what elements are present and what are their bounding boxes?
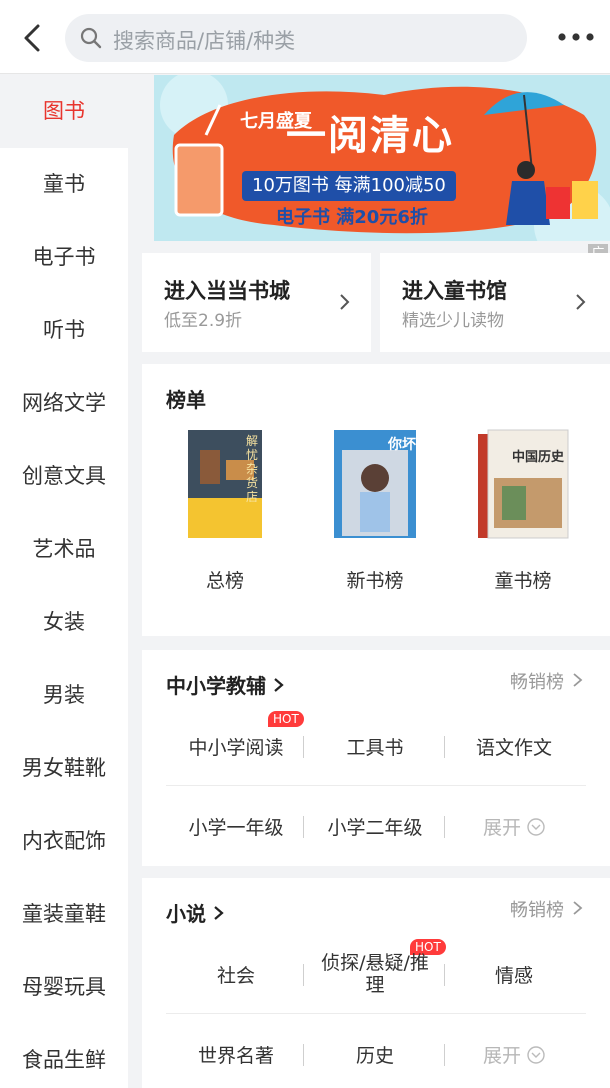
- rank-total-cover[interactable]: 解忧杂货店: [160, 420, 290, 544]
- divider: [303, 964, 304, 986]
- divider: [303, 816, 304, 838]
- book-cover-image: [478, 429, 569, 539]
- k12-expand-button[interactable]: 展开: [444, 813, 584, 840]
- cover-title: 解忧杂货店: [245, 434, 258, 504]
- rank-children-cover[interactable]: 中国历史: [458, 420, 588, 544]
- cover-title: 中国历史: [512, 450, 565, 465]
- bestseller-text: 畅销榜: [510, 672, 564, 693]
- novel-bestseller-link[interactable]: 畅销榜: [510, 896, 584, 922]
- rank-children-label[interactable]: 童书榜: [458, 566, 588, 593]
- book-cover-image: [188, 430, 262, 538]
- expand-circle-icon: [527, 1046, 545, 1064]
- back-arrow-icon[interactable]: [18, 20, 48, 56]
- sidebar-item-children-books[interactable]: 童书: [0, 148, 128, 221]
- hot-badge: HOT: [268, 711, 304, 727]
- entry-title: 进入童书馆: [402, 279, 507, 303]
- chevron-right-icon: [214, 906, 224, 920]
- chevron-right-icon: [576, 294, 586, 310]
- expand-label: 展开: [482, 817, 521, 839]
- sidebar-item-web-literature[interactable]: 网络文学: [0, 367, 128, 440]
- novel-cell[interactable]: 情感: [444, 961, 584, 988]
- children-books-entry[interactable]: 进入童书馆 精选少儿读物: [380, 253, 610, 352]
- sidebar-item-kids-clothing[interactable]: 童装童鞋: [0, 878, 128, 951]
- bestseller-text: 畅销榜: [510, 900, 564, 921]
- sidebar-item-books[interactable]: 图书: [0, 75, 128, 148]
- chevron-right-icon: [573, 673, 583, 687]
- entry-subtitle: 精选少儿读物: [402, 311, 504, 331]
- k12-bestseller-link[interactable]: 畅销榜: [510, 668, 584, 694]
- more-icon[interactable]: [556, 22, 596, 52]
- novel-cell[interactable]: 社会: [166, 961, 306, 988]
- sidebar-item-baby-toys[interactable]: 母婴玩具: [0, 951, 128, 1024]
- novel-cell[interactable]: 世界名著: [166, 1041, 306, 1068]
- novel-cell[interactable]: 侦探/悬疑/推 理: [305, 952, 445, 996]
- novel-expand-button[interactable]: 展开: [444, 1041, 584, 1068]
- novel-title-text: 小说: [166, 902, 206, 926]
- sidebar-item-art[interactable]: 艺术品: [0, 513, 128, 586]
- k12-title[interactable]: 中小学教辅: [166, 670, 285, 699]
- expand-circle-icon: [527, 818, 545, 836]
- sidebar-item-audiobooks[interactable]: 听书: [0, 294, 128, 367]
- banner-promo-ebooks: 电子书 满20元6折: [276, 207, 428, 228]
- novel-title[interactable]: 小说: [166, 898, 225, 927]
- rank-title: 榜单: [166, 388, 206, 412]
- novel-cell[interactable]: 历史: [305, 1041, 445, 1068]
- entry-title: 进入当当书城: [164, 279, 290, 303]
- promo-banner[interactable]: 七月盛夏 一阅清心 10万图书 每满100减50 电子书 满20元6折: [154, 75, 610, 241]
- cover-title: 你坏: [388, 437, 416, 453]
- banner-headline: 一阅清心: [286, 113, 454, 159]
- dangdang-bookstore-entry[interactable]: 进入当当书城 低至2.9折: [142, 253, 371, 352]
- k12-cell[interactable]: 中小学阅读: [166, 733, 306, 760]
- top-bar: 搜索商品/店铺/种类: [0, 0, 610, 74]
- entry-subtitle: 低至2.9折: [164, 311, 243, 331]
- divider: [303, 1044, 304, 1066]
- sidebar-item-underwear[interactable]: 内衣配饰: [0, 805, 128, 878]
- expand-label: 展开: [482, 1045, 521, 1067]
- sidebar-item-men-clothing[interactable]: 男装: [0, 659, 128, 732]
- k12-cell[interactable]: 小学二年级: [305, 813, 445, 840]
- sidebar-item-stationery[interactable]: 创意文具: [0, 440, 128, 513]
- sidebar-item-shoes[interactable]: 男女鞋靴: [0, 732, 128, 805]
- rank-total-label[interactable]: 总榜: [160, 566, 290, 593]
- k12-cell[interactable]: 小学一年级: [166, 813, 306, 840]
- sidebar-item-women-clothing[interactable]: 女装: [0, 586, 128, 659]
- category-sidebar: 图书 童书 电子书 听书 网络文学 创意文具 艺术品 女装 男装 男女鞋靴 内衣…: [0, 75, 128, 1088]
- rank-new-label[interactable]: 新书榜: [310, 566, 440, 593]
- chevron-right-icon: [573, 901, 583, 915]
- k12-cell[interactable]: 语文作文: [444, 733, 584, 760]
- search-icon: [80, 27, 102, 49]
- search-bar[interactable]: 搜索商品/店铺/种类: [65, 14, 527, 62]
- book-cover-image: [334, 430, 416, 538]
- k12-title-text: 中小学教辅: [166, 674, 266, 698]
- k12-cell[interactable]: 工具书: [305, 733, 445, 760]
- row-divider: [166, 1013, 586, 1014]
- banner-promo-books: 10万图书 每满100减50: [242, 171, 456, 201]
- chevron-right-icon: [274, 678, 284, 692]
- divider: [303, 736, 304, 758]
- chevron-right-icon: [340, 294, 350, 310]
- search-placeholder: 搜索商品/店铺/种类: [113, 29, 296, 53]
- row-divider: [166, 785, 586, 786]
- sidebar-item-ebooks[interactable]: 电子书: [0, 221, 128, 294]
- rank-new-cover[interactable]: 你坏: [308, 420, 438, 544]
- sidebar-item-food[interactable]: 食品生鲜: [0, 1024, 128, 1088]
